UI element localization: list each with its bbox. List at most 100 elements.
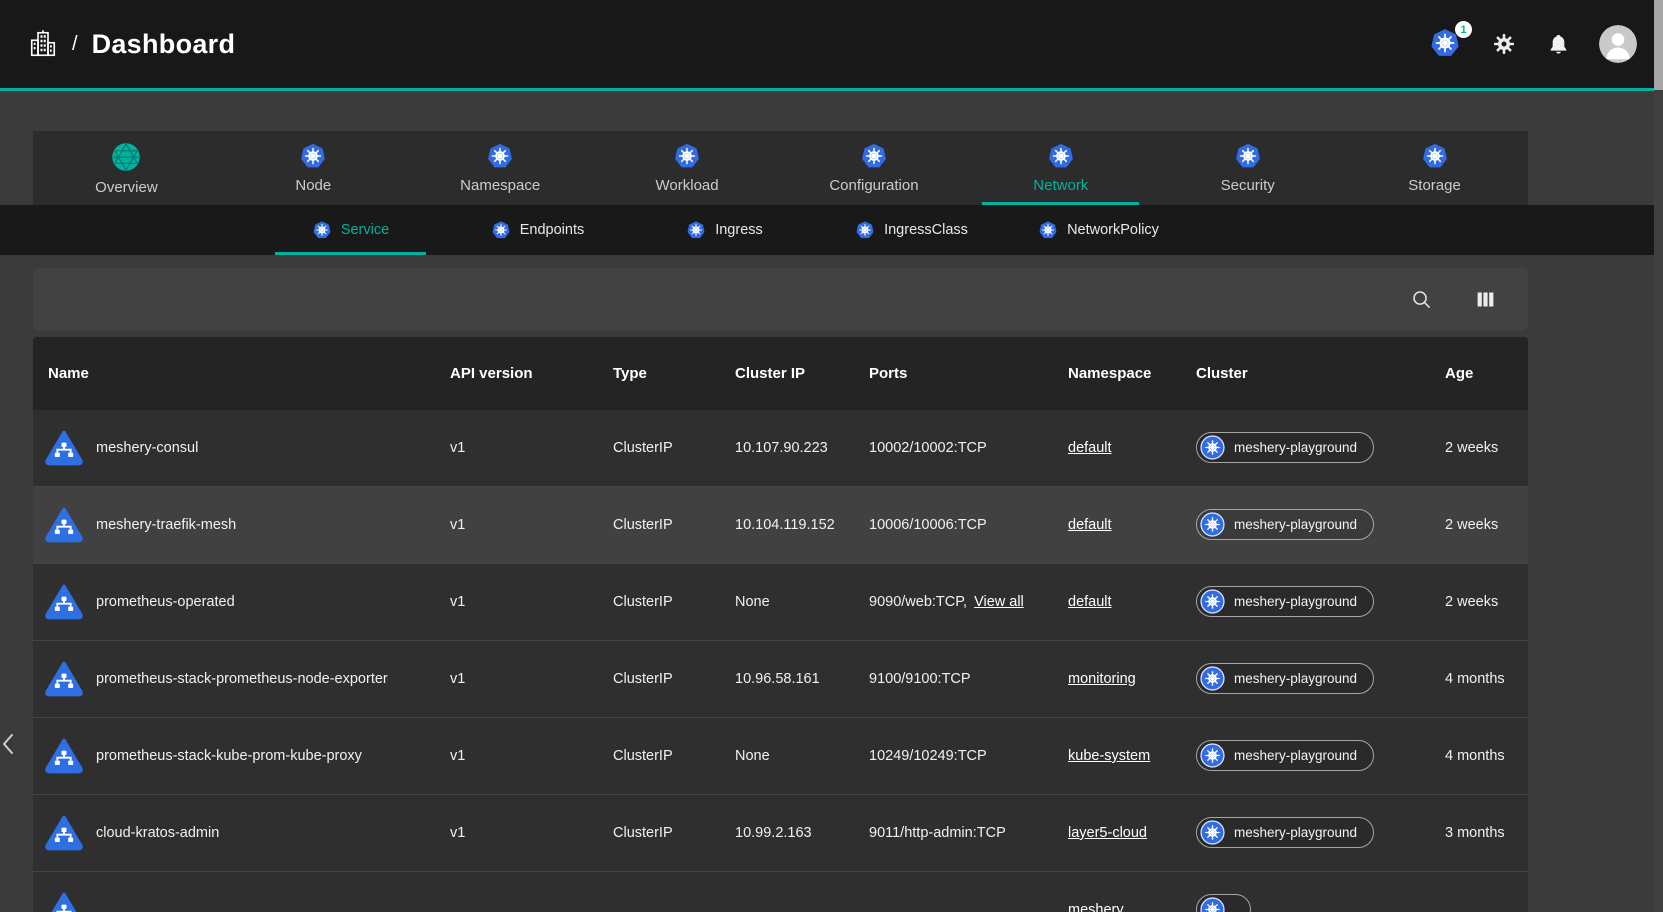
cluster-chip[interactable]: meshery-playground: [1196, 586, 1374, 617]
cluster-ip: 10.99.2.163: [735, 825, 869, 841]
cluster-chip[interactable]: meshery-playground: [1196, 663, 1374, 694]
main-tab-workload[interactable]: Workload: [594, 131, 781, 205]
app-header: / Dashboard 1: [0, 0, 1663, 88]
kubernetes-icon: [1047, 142, 1075, 170]
search-icon[interactable]: [1408, 286, 1434, 312]
cluster-chip[interactable]: [1196, 894, 1251, 912]
cluster-chip[interactable]: meshery-playground: [1196, 740, 1374, 771]
kubernetes-icon: [860, 142, 888, 170]
kubernetes-icon: [1200, 512, 1225, 537]
service-resource-icon: [44, 659, 84, 699]
sub-tab-networkpolicy[interactable]: NetworkPolicy: [1005, 205, 1192, 255]
service-name: prometheus-stack-kube-prom-kube-proxy: [96, 748, 362, 764]
table-header-row: NameAPI versionTypeCluster IPPortsNamesp…: [33, 337, 1528, 410]
main-tab-label: Workload: [656, 177, 719, 194]
service-type: ClusterIP: [613, 440, 735, 456]
service-resource-icon: [44, 813, 84, 853]
column-header-cluster-ip: Cluster IP: [735, 365, 869, 382]
sub-tab-label: Endpoints: [520, 222, 585, 238]
view-columns-icon[interactable]: [1472, 286, 1498, 312]
kubernetes-icon: [312, 220, 332, 240]
table-row[interactable]: prometheus-stack-prometheus-node-exporte…: [33, 641, 1528, 718]
api-version: v1: [450, 825, 613, 841]
sub-tab-ingress[interactable]: Ingress: [631, 205, 818, 255]
namespace-link[interactable]: kube-system: [1068, 748, 1150, 764]
service-name: meshery-traefik-mesh: [96, 517, 236, 533]
service-type: ClusterIP: [613, 671, 735, 687]
table-row[interactable]: meshery-traefik-mesh v1 ClusterIP 10.104…: [33, 487, 1528, 564]
main-tab-namespace[interactable]: Namespace: [407, 131, 594, 205]
sub-tab-service[interactable]: Service: [257, 205, 444, 255]
sub-tab-label: IngressClass: [884, 222, 968, 238]
notifications-bell-icon[interactable]: [1545, 31, 1571, 57]
namespace-link[interactable]: default: [1068, 594, 1112, 610]
cluster-ip: 10.107.90.223: [735, 440, 869, 456]
meshery-icon: [111, 142, 141, 172]
service-name: prometheus-operated: [96, 594, 235, 610]
table-row[interactable]: prometheus-stack-kube-prom-kube-proxy v1…: [33, 718, 1528, 795]
main-tab-configuration[interactable]: Configuration: [781, 131, 968, 205]
main-tab-node[interactable]: Node: [220, 131, 407, 205]
service-name: prometheus-stack-prometheus-node-exporte…: [96, 671, 388, 687]
namespace-link[interactable]: monitoring: [1068, 671, 1136, 687]
main-tab-network[interactable]: Network: [967, 131, 1154, 205]
cluster-chip[interactable]: meshery-playground: [1196, 509, 1374, 540]
settings-gear-icon[interactable]: [1491, 31, 1517, 57]
user-avatar[interactable]: [1599, 25, 1637, 63]
column-header-type: Type: [613, 365, 735, 382]
age: 3 months: [1445, 825, 1528, 841]
main-tab-security[interactable]: Security: [1154, 131, 1341, 205]
ports: 9011/http-admin:TCP: [869, 825, 1006, 841]
kubernetes-icon: [686, 220, 706, 240]
main-tab-label: Storage: [1408, 177, 1461, 194]
table-row[interactable]: meshery: [33, 872, 1528, 912]
main-tab-label: Node: [295, 177, 331, 194]
sub-tab-label: Ingress: [715, 222, 763, 238]
page-title: Dashboard: [92, 29, 236, 60]
cluster-name: meshery-playground: [1234, 594, 1357, 609]
kubernetes-icon: [1234, 142, 1262, 170]
kubernetes-context-button[interactable]: 1: [1429, 27, 1463, 61]
cluster-name: meshery-playground: [1234, 671, 1357, 686]
namespace-link[interactable]: default: [1068, 517, 1112, 533]
service-resource-icon: [44, 505, 84, 545]
page-scrollbar: [1654, 0, 1663, 912]
kubernetes-icon: [1200, 743, 1225, 768]
cluster-chip[interactable]: meshery-playground: [1196, 817, 1374, 848]
kubernetes-icon: [1200, 820, 1225, 845]
service-resource-icon: [44, 736, 84, 776]
sub-tab-endpoints[interactable]: Endpoints: [444, 205, 631, 255]
namespace-link[interactable]: default: [1068, 440, 1112, 456]
service-resource-icon: [44, 582, 84, 622]
service-resource-icon: [44, 428, 84, 468]
table-row[interactable]: prometheus-operated v1 ClusterIP None 90…: [33, 564, 1528, 641]
resource-tabs: Overview Node Namespace Workload Configu…: [33, 131, 1528, 205]
namespace-link[interactable]: meshery: [1068, 902, 1124, 912]
kubernetes-icon: [855, 220, 875, 240]
view-all-ports-link[interactable]: View all: [974, 594, 1024, 610]
collapse-drawer-chevron-left-icon[interactable]: [0, 729, 22, 759]
services-table: NameAPI versionTypeCluster IPPortsNamesp…: [33, 337, 1528, 912]
table-row[interactable]: cloud-kratos-admin v1 ClusterIP 10.99.2.…: [33, 795, 1528, 872]
kubernetes-icon: [673, 142, 701, 170]
kubernetes-icon: [486, 142, 514, 170]
cluster-name: meshery-playground: [1234, 517, 1357, 532]
main-tab-label: Configuration: [829, 177, 918, 194]
cluster-ip: 10.96.58.161: [735, 671, 869, 687]
service-type: ClusterIP: [613, 825, 735, 841]
table-row[interactable]: meshery-consul v1 ClusterIP 10.107.90.22…: [33, 410, 1528, 487]
age: 4 months: [1445, 671, 1528, 687]
service-name: meshery-consul: [96, 440, 198, 456]
main-tab-overview[interactable]: Overview: [33, 131, 220, 205]
main-tab-label: Security: [1221, 177, 1275, 194]
breadcrumb-separator: /: [72, 33, 78, 56]
main-tab-storage[interactable]: Storage: [1341, 131, 1528, 205]
organization-building-icon[interactable]: [26, 27, 60, 61]
scrollbar-thumb[interactable]: [1654, 0, 1663, 90]
cluster-chip[interactable]: meshery-playground: [1196, 432, 1374, 463]
ports: 10249/10249:TCP: [869, 748, 987, 764]
namespace-link[interactable]: layer5-cloud: [1068, 825, 1147, 841]
service-type: ClusterIP: [613, 594, 735, 610]
sub-tab-ingressclass[interactable]: IngressClass: [818, 205, 1005, 255]
column-header-api-version: API version: [450, 365, 613, 382]
